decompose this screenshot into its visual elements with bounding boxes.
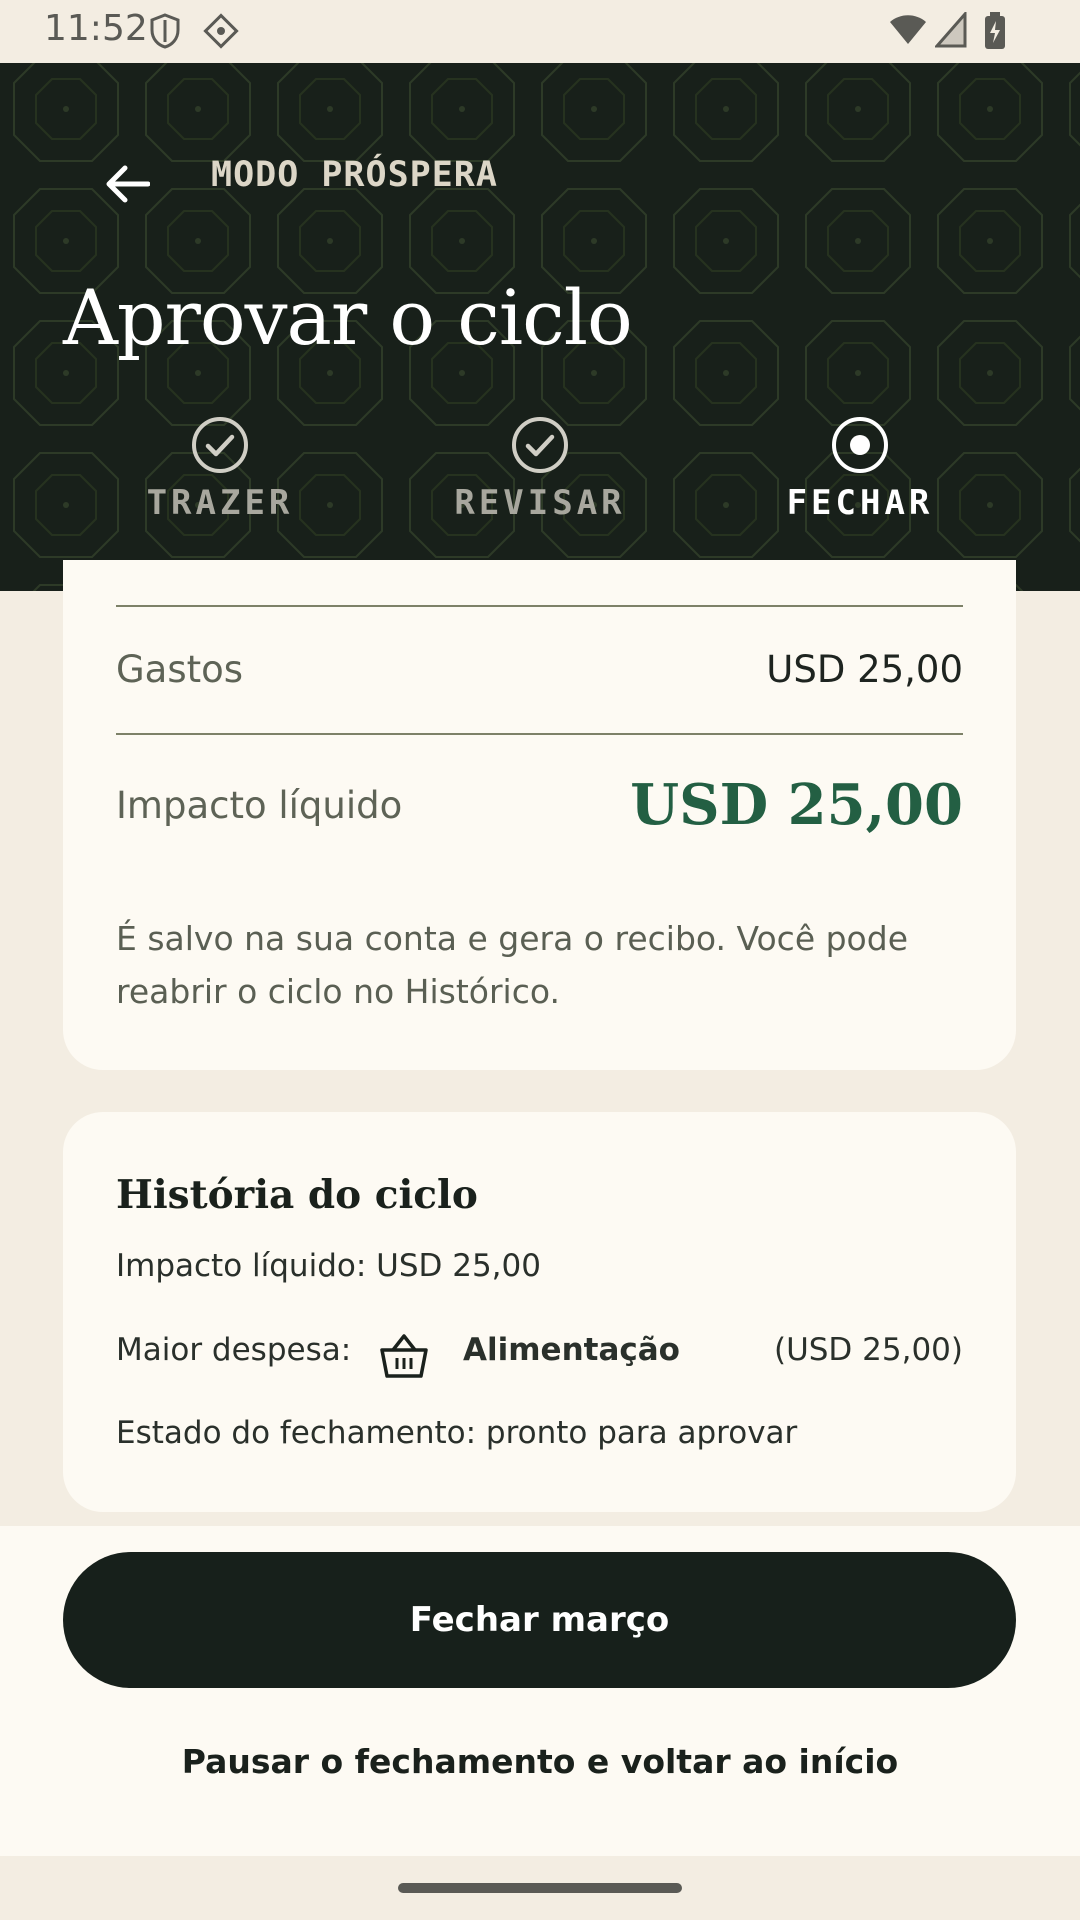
bottom-actions: Fechar março Pausar o fechamento e volta…: [0, 1526, 1080, 1856]
app-name: MODO PRÓSPERA: [211, 155, 498, 195]
expenses-label: Gastos: [116, 648, 244, 691]
story-title: História do ciclo: [116, 1172, 478, 1218]
expenses-value: USD 25,00: [766, 648, 963, 691]
step-label-revisar: REVISAR: [454, 483, 626, 523]
save-note: É salvo na sua conta e gera o recibo. Vo…: [116, 919, 908, 1011]
step-trazer[interactable]: TRAZER: [60, 415, 380, 523]
basket-icon: [380, 1334, 428, 1378]
page-title: Aprovar o ciclo: [63, 273, 633, 362]
check-circle-icon: [512, 417, 568, 473]
cycle-story-card: História do ciclo Impacto líquido: USD 2…: [63, 1112, 1016, 1512]
step-revisar[interactable]: REVISAR: [380, 415, 700, 523]
battery-charging-icon: [985, 12, 1005, 49]
shield-icon: [150, 13, 180, 49]
status-time: 11:52: [44, 8, 148, 49]
top-expense-label: Maior despesa:: [116, 1332, 352, 1368]
step-fechar[interactable]: FECHAR: [700, 415, 1020, 523]
check-circle-icon: [192, 417, 248, 473]
top-expense-category: Alimentação: [463, 1332, 680, 1368]
net-impact-value: USD 25,00: [630, 772, 963, 838]
divider: [116, 605, 963, 607]
vpn-icon: [203, 13, 239, 49]
header: MODO PRÓSPERA Aprovar o ciclo TRAZER REV…: [0, 63, 1080, 591]
summary-card: Gastos USD 25,00 Impacto líquido USD 25,…: [63, 560, 1016, 1070]
net-impact-label: Impacto líquido: [116, 784, 403, 827]
step-label-trazer: TRAZER: [146, 483, 294, 523]
top-expense-amount: (USD 25,00): [773, 1332, 963, 1368]
radio-selected-icon: [832, 417, 888, 473]
step-label-fechar: FECHAR: [786, 483, 934, 523]
arrow-left-icon: [106, 165, 150, 203]
story-net-impact: Impacto líquido: USD 25,00: [116, 1248, 541, 1284]
closing-status: Estado do fechamento: pronto para aprova…: [116, 1415, 798, 1451]
close-month-button[interactable]: Fechar março: [63, 1552, 1016, 1688]
wifi-icon: [890, 15, 926, 44]
signal-icon: [935, 12, 967, 48]
status-bar: 11:52: [0, 0, 1080, 63]
pause-closing-link[interactable]: Pausar o fechamento e voltar ao início: [0, 1742, 1080, 1781]
back-button[interactable]: [98, 155, 156, 213]
divider: [116, 733, 963, 735]
home-indicator[interactable]: [398, 1883, 682, 1893]
